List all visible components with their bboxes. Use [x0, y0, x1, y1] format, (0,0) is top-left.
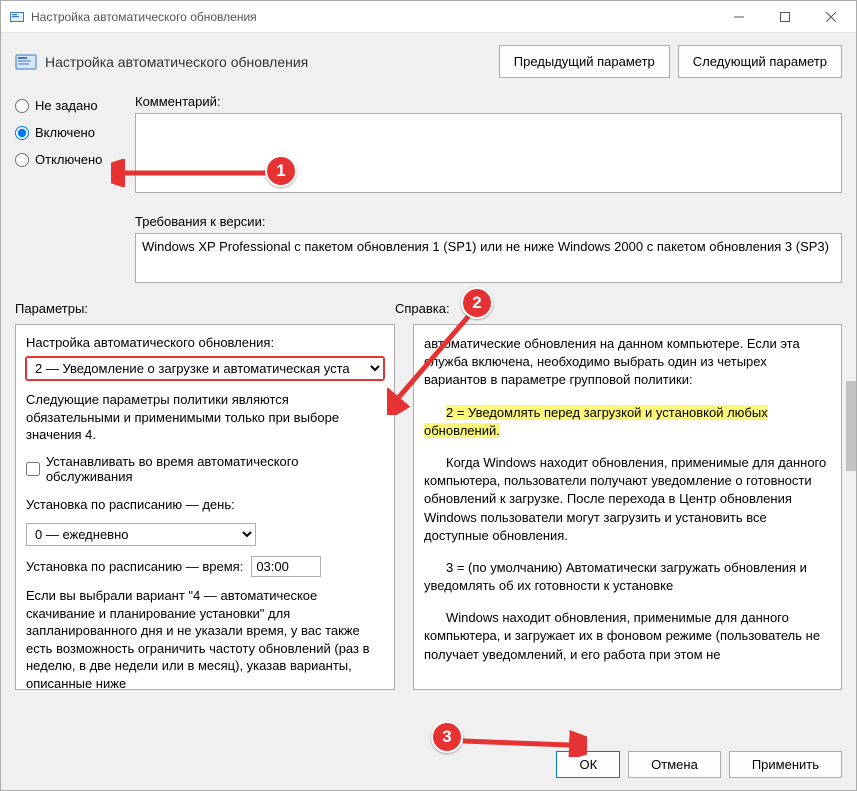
comment-requirements-column: Комментарий: Требования к версии: Window… [135, 94, 842, 283]
radio-enabled[interactable]: Включено [15, 125, 135, 140]
help-highlight: 2 = Уведомлять перед загрузкой и установ… [424, 405, 768, 438]
apply-button[interactable]: Применить [729, 751, 842, 778]
schedule-time-row: Установка по расписанию — время: [26, 556, 384, 577]
params-pane: Настройка автоматического обновления: 2 … [15, 324, 395, 690]
dialog-footer: ОК Отмена Применить [556, 751, 842, 778]
cancel-button[interactable]: Отмена [628, 751, 721, 778]
maximize-button[interactable] [762, 2, 808, 32]
radio-disabled[interactable]: Отключено [15, 152, 135, 167]
schedule-time-label: Установка по расписанию — время: [26, 559, 243, 574]
state-radio-group: Не задано Включено Отключено [15, 94, 135, 283]
radio-not-configured-label: Не задано [35, 98, 98, 113]
help-paragraph-1: автоматические обновления на данном комп… [424, 335, 831, 390]
policy-large-icon [15, 51, 37, 73]
params-scroll[interactable]: Настройка автоматического обновления: 2 … [16, 325, 394, 689]
params-footer-note: Если вы выбрали вариант "4 — автоматичес… [26, 587, 384, 689]
requirements-text: Windows XP Professional с пакетом обновл… [135, 233, 842, 283]
help-paragraph-3: 3 = (по умолчанию) Автоматически загружа… [424, 559, 831, 595]
radio-disabled-input[interactable] [15, 153, 29, 167]
maintenance-checkbox-row[interactable]: Устанавливать во время автоматического о… [26, 454, 384, 484]
dialog-window: Настройка автоматического обновления Нас… [0, 0, 857, 791]
mode-select-highlight: 2 — Уведомление о загрузке и автоматичес… [25, 356, 385, 381]
help-paragraph-4: Windows находит обновления, применимые д… [424, 609, 831, 664]
policy-note: Следующие параметры политики являются об… [26, 391, 384, 444]
state-section: Не задано Включено Отключено Комментарий… [1, 94, 856, 283]
help-scroll[interactable]: автоматические обновления на данном комп… [414, 325, 841, 689]
policy-icon [9, 9, 25, 25]
params-section-label: Параметры: [15, 301, 395, 316]
schedule-time-input[interactable] [251, 556, 321, 577]
schedule-day-select[interactable]: 0 — ежедневно [26, 523, 256, 546]
main-area: Настройка автоматического обновления: 2 … [1, 320, 856, 690]
radio-enabled-label: Включено [35, 125, 95, 140]
titlebar: Настройка автоматического обновления [1, 1, 856, 33]
maintenance-checkbox[interactable] [26, 462, 40, 476]
radio-enabled-input[interactable] [15, 126, 29, 140]
window-title: Настройка автоматического обновления [31, 10, 716, 24]
requirements-label: Требования к версии: [135, 214, 842, 229]
prev-param-button[interactable]: Предыдущий параметр [499, 45, 670, 78]
close-button[interactable] [808, 2, 854, 32]
radio-disabled-label: Отключено [35, 152, 102, 167]
comment-textarea[interactable] [135, 113, 842, 193]
params-mode-heading: Настройка автоматического обновления: [26, 335, 384, 350]
schedule-day-label: Установка по расписанию — день: [26, 496, 384, 514]
minimize-button[interactable] [716, 2, 762, 32]
ok-button[interactable]: ОК [556, 751, 620, 778]
help-paragraph-2: Когда Windows находит обновления, примен… [424, 454, 831, 545]
annotation-bubble-1: 1 [265, 155, 297, 187]
dialog-scroll-thumb[interactable] [846, 381, 856, 471]
page-title: Настройка автоматического обновления [45, 54, 491, 70]
help-pane: автоматические обновления на данном комп… [413, 324, 842, 690]
header-row: Настройка автоматического обновления Пре… [1, 33, 856, 94]
mode-select[interactable]: 2 — Уведомление о загрузке и автоматичес… [27, 358, 383, 379]
radio-not-configured-input[interactable] [15, 99, 29, 113]
annotation-bubble-2: 2 [461, 287, 493, 319]
schedule-day-row: 0 — ежедневно [26, 523, 384, 546]
annotation-bubble-3: 3 [431, 721, 463, 753]
section-labels: Параметры: Справка: [1, 283, 856, 320]
radio-not-configured[interactable]: Не задано [15, 98, 135, 113]
next-param-button[interactable]: Следующий параметр [678, 45, 842, 78]
maintenance-checkbox-label: Устанавливать во время автоматического о… [46, 454, 384, 484]
comment-label: Комментарий: [135, 94, 842, 109]
